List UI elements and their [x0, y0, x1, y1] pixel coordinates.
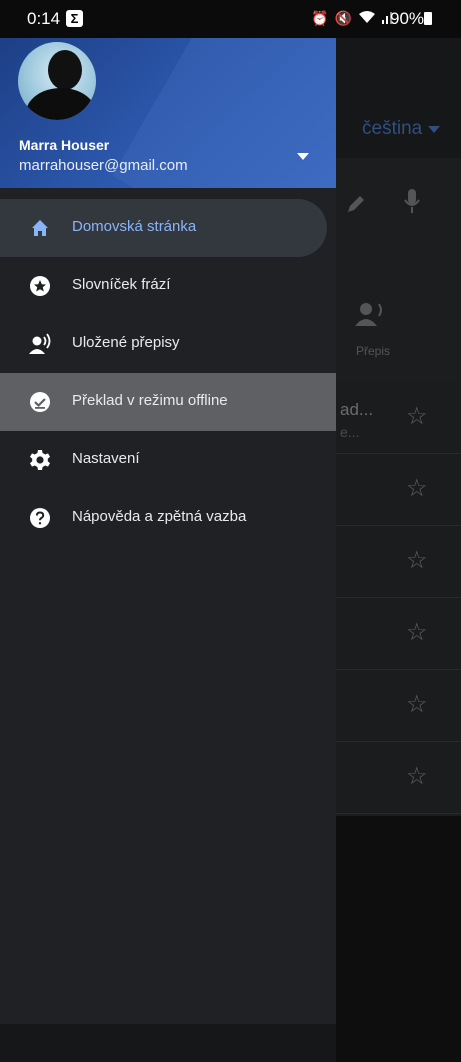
avatar-head — [48, 50, 82, 90]
menu-item-saved-transcripts[interactable]: Uložené přepisy — [0, 315, 336, 373]
bg-empty-area — [336, 816, 461, 1062]
home-icon — [29, 217, 51, 239]
star-icon[interactable]: ☆ — [406, 405, 428, 429]
menu-item-home[interactable]: Domovská stránka — [0, 199, 327, 257]
star-icon[interactable]: ☆ — [406, 693, 428, 717]
avatar[interactable] — [18, 42, 96, 120]
history-row[interactable]: ☆ — [336, 670, 461, 742]
menu-item-label: Nastavení — [72, 450, 140, 467]
account-header[interactable]: Marra Houser marrahouser@gmail.com — [0, 38, 336, 188]
history-row-text: ad... — [340, 400, 374, 419]
wifi-icon — [358, 10, 376, 27]
star-circle-icon — [29, 275, 51, 297]
navigation-drawer: Marra Houser marrahouser@gmail.com Domov… — [0, 0, 336, 1024]
star-icon[interactable]: ☆ — [406, 765, 428, 789]
menu-item-offline-translation[interactable]: Překlad v režimu offline — [0, 373, 336, 431]
account-switcher-chevron-down-icon[interactable] — [297, 153, 309, 160]
star-icon[interactable]: ☆ — [406, 549, 428, 573]
star-icon[interactable]: ☆ — [406, 477, 428, 501]
target-language-selector[interactable]: čeština — [362, 118, 422, 140]
microphone-icon[interactable] — [403, 188, 421, 219]
status-bar: 0:14 Σ ⏰ 🔇 90% — [0, 0, 461, 38]
alarm-icon: ⏰ — [311, 10, 329, 26]
menu-item-label: Slovníček frází — [72, 276, 171, 293]
sigma-notification-icon: Σ — [66, 10, 83, 27]
battery-percentage: 90% — [390, 9, 425, 28]
star-icon[interactable]: ☆ — [406, 621, 428, 645]
offline-check-icon — [29, 391, 51, 413]
drawer-menu: Domovská stránka Slovníček frází Uložené… — [0, 199, 336, 547]
account-name: Marra Houser — [19, 137, 110, 153]
history-row[interactable]: ☆ — [336, 526, 461, 598]
menu-item-label: Uložené přepisy — [72, 334, 180, 351]
history-row-sub: e... — [340, 424, 360, 440]
history-row[interactable]: ☆ — [336, 742, 461, 814]
transcribe-label: Přepis — [356, 344, 391, 358]
menu-item-help-feedback[interactable]: Nápověda a zpětná vazba — [0, 489, 336, 547]
menu-item-label: Nápověda a zpětná vazba — [72, 508, 247, 525]
language-caret-icon — [428, 126, 440, 133]
avatar-body — [26, 88, 96, 120]
bg-header — [336, 38, 461, 158]
status-icons: ⏰ 🔇 — [311, 10, 392, 27]
menu-item-label: Překlad v režimu offline — [72, 392, 228, 409]
handwriting-pen-icon[interactable] — [345, 193, 367, 220]
menu-item-phrasebook[interactable]: Slovníček frází — [0, 257, 336, 315]
battery-icon — [424, 12, 432, 25]
history-row[interactable]: ☆ — [336, 598, 461, 670]
account-email: marrahouser@gmail.com — [19, 157, 188, 174]
transcribe-icon[interactable] — [355, 300, 387, 333]
person-speaking-icon — [29, 333, 51, 355]
help-icon — [29, 507, 51, 529]
bg-input-toolbar — [336, 158, 461, 382]
menu-item-label: Domovská stránka — [72, 218, 197, 235]
status-time: 0:14 — [27, 9, 61, 28]
gear-icon — [29, 449, 51, 471]
history-row[interactable]: ☆ — [336, 454, 461, 526]
menu-item-settings[interactable]: Nastavení — [0, 431, 336, 489]
history-list: ad... e... ☆ ☆ ☆ ☆ ☆ ☆ — [336, 382, 461, 814]
history-row[interactable]: ad... e... ☆ — [336, 382, 461, 454]
mute-icon: 🔇 — [334, 10, 352, 26]
